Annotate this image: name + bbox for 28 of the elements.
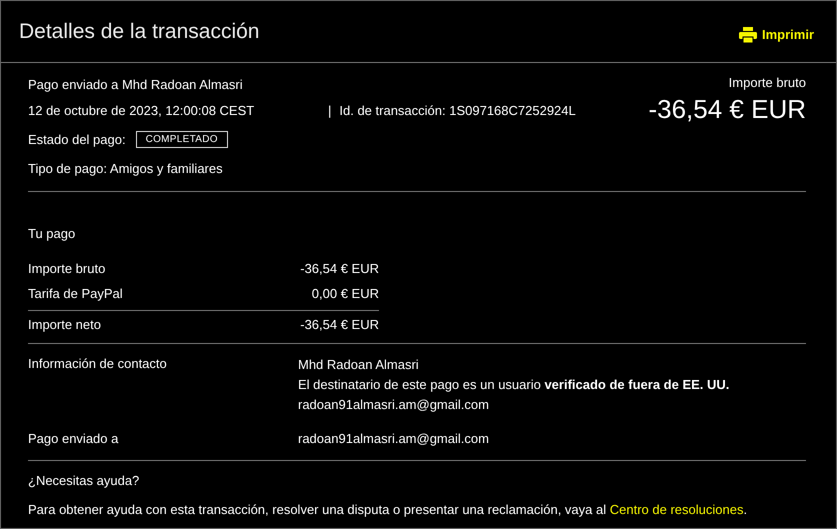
- section-title: Tu pago: [28, 226, 76, 240]
- payment-type: Tipo de pago: Amigos y familiares: [28, 160, 223, 176]
- printer-icon: [738, 26, 757, 42]
- sent-to-email: radoan91almasri.am@gmail.com: [298, 431, 490, 446]
- amount-label: Importe bruto: [28, 261, 106, 276]
- transaction-id: Id. de transacción: 1S097168C7252924L: [339, 102, 576, 118]
- status-label: Estado del pago:: [28, 132, 126, 146]
- status-badge: COMPLETADO: [136, 130, 228, 148]
- page-title: Detalles de la transacción: [19, 20, 260, 44]
- amount-value: -36,54 € EUR: [300, 261, 379, 276]
- resolution-center-link[interactable]: Centro de resoluciones: [610, 502, 744, 517]
- help-title: ¿Necesitas ayuda?: [28, 473, 140, 488]
- contact-label: Información de contacto: [28, 356, 168, 373]
- sent-to-label: Pago enviado a: [28, 431, 120, 446]
- separator: |: [328, 102, 332, 118]
- amount-value: 0,00 € EUR: [312, 286, 379, 301]
- contact-name: Mhd Radoan Almasri: [298, 356, 420, 374]
- print-button[interactable]: Imprimir: [738, 26, 814, 42]
- contact-email: radoan91almasri.am@gmail.com: [298, 396, 490, 414]
- amount-label: Tarifa de PayPal: [28, 286, 123, 301]
- net-value: -36,54 € EUR: [300, 316, 379, 332]
- gross-amount: -36,54 € EUR: [648, 94, 806, 125]
- net-label: Importe neto: [28, 316, 101, 332]
- gross-label: Importe bruto: [728, 75, 806, 90]
- verification-note: El destinatario de este pago es un usuario verificado de fuera de EE. UU.: [298, 376, 730, 394]
- date-text: 12 de octubre de 2023, 12:00:08 CEST: [28, 102, 256, 118]
- help-text: Para obtener ayuda con esta transacción, resolver una disputa o presentar una reclamación, vaya al Centro de resoluciones.: [28, 502, 748, 517]
- recipient-text: Pago enviado a Mhd Radoan Almasri: [28, 76, 243, 92]
